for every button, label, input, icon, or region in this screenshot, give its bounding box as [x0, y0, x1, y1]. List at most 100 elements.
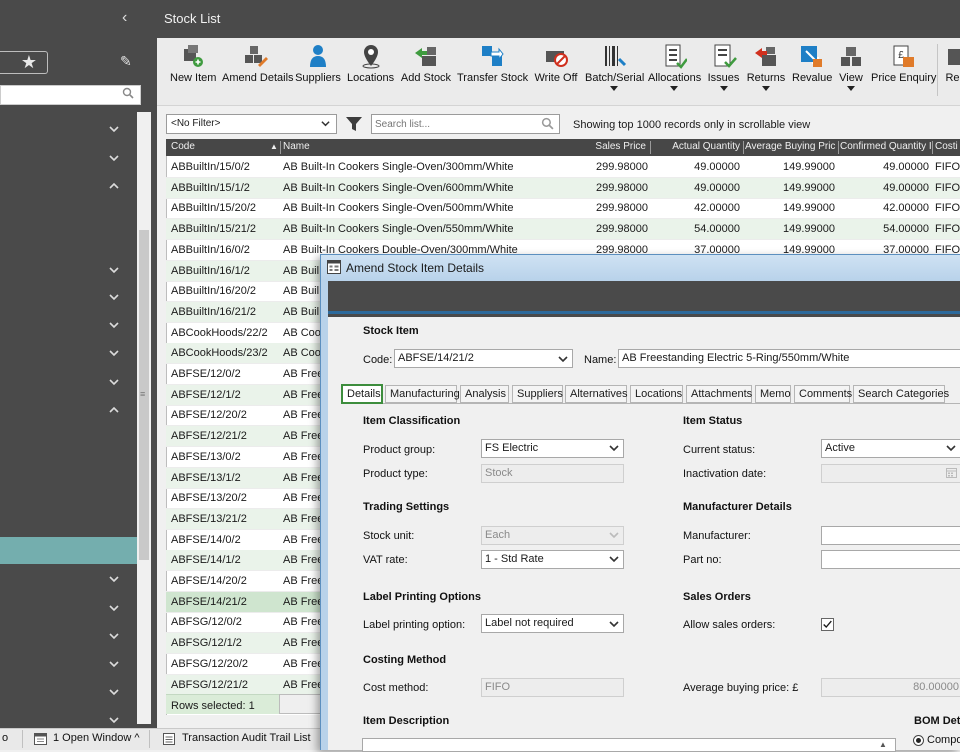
part-no-input[interactable]	[821, 550, 960, 569]
dropdown-arrow-icon[interactable]	[670, 86, 678, 91]
chevron-down-icon[interactable]	[108, 291, 120, 303]
chevron-down-icon[interactable]	[609, 554, 619, 564]
manufacturer-label: Manufacturer:	[683, 530, 751, 542]
stock-unit-select: Each	[481, 526, 624, 545]
column-header-sales-price[interactable]: Sales Price	[580, 141, 646, 152]
tab-memo[interactable]: Memo	[755, 385, 791, 403]
allow-sales-orders-checkbox[interactable]	[821, 618, 834, 631]
tab-search-categories[interactable]: Search Categories	[853, 385, 949, 403]
toolbar-button-add-stock[interactable]: Add Stock	[400, 43, 452, 103]
tab-details[interactable]: Details	[341, 384, 383, 404]
chevron-up-icon[interactable]	[108, 180, 120, 192]
sort-ascending-icon[interactable]: ▲	[270, 142, 278, 151]
vat-rate-select[interactable]: 1 - Std Rate	[481, 550, 624, 569]
cell-code: ABCookHoods/22/2	[171, 326, 268, 339]
sidebar-search-input[interactable]	[0, 85, 141, 105]
toolbar-button-batch-serial[interactable]: Batch/Serial	[585, 43, 644, 103]
label-printing-select[interactable]: Label not required	[481, 614, 624, 633]
statusbar-info-icon[interactable]: o	[2, 732, 8, 744]
chevron-down-icon[interactable]	[108, 630, 120, 642]
chevron-down-icon[interactable]	[108, 714, 120, 726]
chevron-down-icon[interactable]	[609, 619, 619, 629]
chevron-down-icon[interactable]	[108, 376, 120, 388]
list-icon	[163, 733, 175, 745]
column-header-confirmed-quantity[interactable]: Confirmed Quantity I	[840, 141, 932, 152]
dialog-title: Amend Stock Item Details	[346, 261, 485, 275]
toolbar-button-label: Transfer Stock	[457, 72, 529, 84]
product-group-select[interactable]: FS Electric	[481, 439, 624, 458]
toolbar-button-write-off[interactable]: Write Off	[533, 43, 579, 103]
toolbar-button-new-item[interactable]: New Item	[170, 43, 216, 103]
toolbar-button-transfer-stock[interactable]: Transfer Stock	[457, 43, 529, 103]
code-select[interactable]: ABFSE/14/21/2	[394, 349, 573, 368]
column-header-name[interactable]: Name	[283, 141, 403, 152]
sidebar-item-selected[interactable]	[0, 537, 137, 564]
tab-manufacturing[interactable]: Manufacturing	[385, 385, 460, 403]
toolbar-button-revalue[interactable]: Revalue	[792, 43, 832, 103]
current-status-select[interactable]: Active	[821, 439, 960, 458]
chevron-down-icon[interactable]	[946, 443, 956, 453]
scroll-up-icon[interactable]: ▲	[879, 740, 887, 749]
dropdown-arrow-icon[interactable]	[609, 86, 618, 91]
toolbar-button-locations[interactable]: Locations	[347, 43, 394, 103]
table-row[interactable]: ABBuiltIn/15/20/2 AB Built-In Cookers Sin…	[166, 198, 960, 220]
dropdown-arrow-icon[interactable]	[719, 86, 728, 91]
chevron-up-icon[interactable]	[108, 404, 120, 416]
chevron-down-icon[interactable]	[558, 354, 568, 364]
edit-pencil-icon[interactable]: ✎	[120, 53, 132, 70]
chevron-down-icon[interactable]	[321, 119, 330, 128]
toolbar-button-re[interactable]: Re	[945, 43, 960, 103]
search-icon[interactable]	[541, 117, 554, 130]
tab-alternatives[interactable]: Alternatives	[565, 385, 627, 403]
column-header-costing[interactable]: Costi	[935, 141, 960, 152]
chevron-down-icon[interactable]	[108, 264, 120, 276]
sidebar-collapse-icon[interactable]: ‹	[122, 9, 127, 27]
audit-trail-list-button[interactable]: Transaction Audit Trail List	[182, 732, 311, 744]
filter-select[interactable]: <No Filter>	[166, 114, 337, 134]
chevron-down-icon[interactable]	[108, 347, 120, 359]
manufacturer-input[interactable]	[821, 526, 960, 545]
tab-comments[interactable]: Comments	[794, 385, 852, 403]
add-stock-icon	[415, 47, 436, 66]
tab-suppliers[interactable]: Suppliers	[512, 385, 563, 403]
dropdown-arrow-icon[interactable]	[847, 86, 855, 91]
chevron-down-icon[interactable]	[108, 152, 120, 164]
sidebar-search-icon[interactable]	[122, 87, 134, 99]
column-divider[interactable]	[280, 141, 281, 154]
favorites-star-icon[interactable]: ★	[0, 51, 48, 74]
toolbar-button-amend-details[interactable]: Amend Details	[222, 43, 294, 103]
chevron-down-icon[interactable]	[108, 658, 120, 670]
dropdown-arrow-icon[interactable]	[762, 86, 770, 91]
list-search-input[interactable]	[371, 114, 560, 134]
toolbar-button-price-enquiry[interactable]: £ Price Enquiry	[871, 43, 936, 103]
tab-locations[interactable]: Locations	[630, 385, 683, 403]
toolbar-button-view[interactable]: View	[837, 43, 865, 103]
chevron-down-icon[interactable]	[108, 319, 120, 331]
toolbar-button-allocations[interactable]: Allocations	[648, 43, 701, 103]
chevron-down-icon[interactable]	[609, 443, 619, 453]
column-divider[interactable]	[838, 141, 839, 154]
filter-funnel-icon[interactable]	[345, 116, 363, 133]
chevron-down-icon[interactable]	[108, 123, 120, 135]
cell-code: ABFSE/13/21/2	[171, 512, 247, 525]
column-divider[interactable]	[932, 141, 933, 154]
table-row[interactable]: ABBuiltIn/15/21/2 AB Built-In Cookers Sin…	[166, 219, 960, 241]
open-windows-button[interactable]: 1 Open Window ^	[53, 732, 139, 744]
column-divider[interactable]	[650, 141, 651, 154]
chevron-down-icon[interactable]	[108, 602, 120, 614]
name-input[interactable]: AB Freestanding Electric 5-Ring/550mm/Wh…	[618, 349, 960, 368]
chevron-down-icon[interactable]	[108, 686, 120, 698]
table-row[interactable]: ABBuiltIn/15/0/2 AB Built-In Cookers Sing…	[166, 157, 960, 178]
tab-analysis[interactable]: Analysis	[460, 385, 509, 403]
column-header-actual-quantity[interactable]: Actual Quantity	[654, 141, 740, 152]
batch-serial-icon	[604, 46, 626, 67]
column-header-code[interactable]: Code	[171, 141, 271, 152]
column-header-average-buying-price[interactable]: Average Buying Pric	[745, 141, 837, 152]
column-divider[interactable]	[743, 141, 744, 154]
toolbar-button-issues[interactable]: Issues	[707, 43, 740, 103]
table-row[interactable]: ABBuiltIn/15/1/2 AB Built-In Cookers Sing…	[166, 177, 960, 199]
tab-attachments[interactable]: Attachments	[686, 385, 752, 403]
chevron-down-icon[interactable]	[108, 573, 120, 585]
toolbar-button-returns[interactable]: Returns	[746, 43, 786, 103]
toolbar-button-suppliers[interactable]: Suppliers	[295, 43, 341, 103]
